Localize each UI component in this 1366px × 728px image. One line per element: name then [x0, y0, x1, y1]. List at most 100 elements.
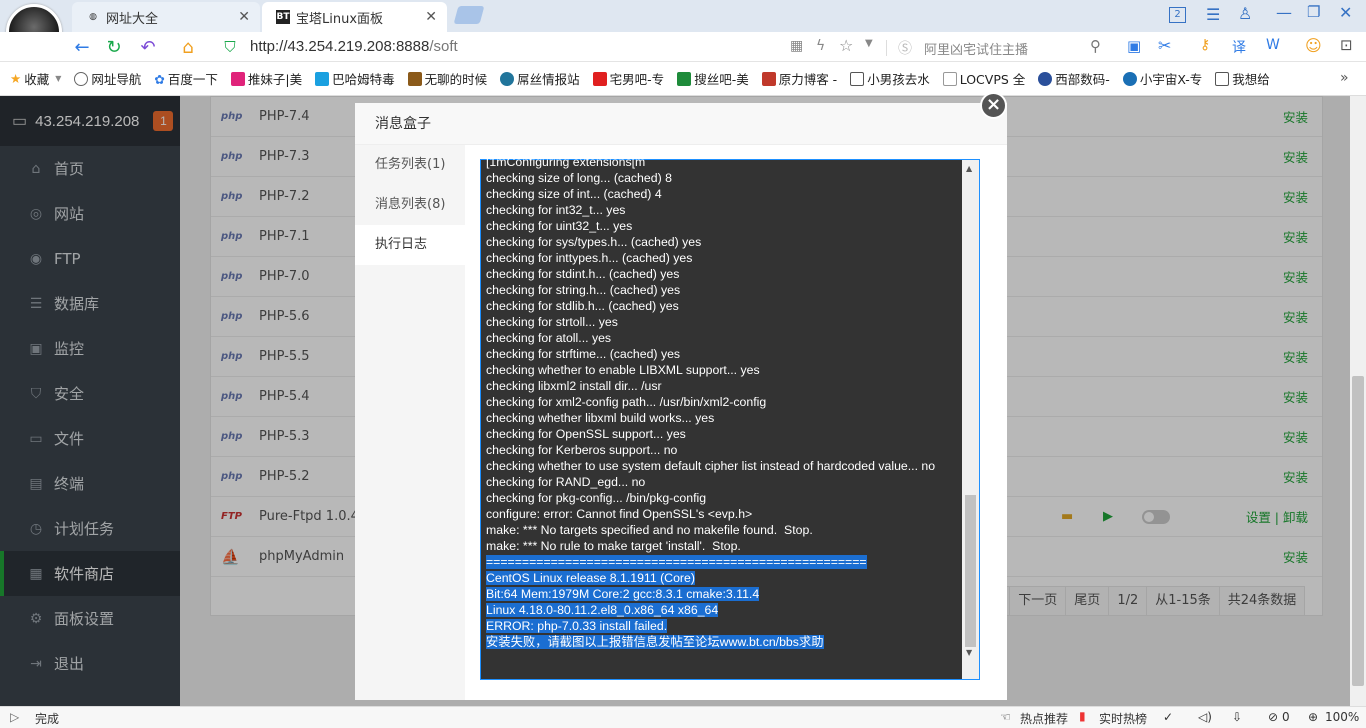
scroll-down-icon[interactable]: ▼: [966, 648, 972, 657]
log-line-selected: 安装失败，请截图以上报错信息发帖至论坛www.bt.cn/bbs求助: [486, 634, 964, 650]
page-icon: [1215, 72, 1229, 86]
hot-list-link[interactable]: 实时热榜: [1099, 710, 1147, 727]
close-window-icon[interactable]: ✕: [1339, 3, 1352, 22]
url-field[interactable]: http://43.254.219.208:8888/soft: [250, 37, 458, 57]
log-line-selected: CentOS Linux release 8.1.1911 (Core): [486, 570, 964, 586]
dialog-title: 消息盒子: [355, 103, 1007, 145]
bookmark-label: 搜丝吧-美: [694, 69, 749, 88]
bookmark[interactable]: 无聊的时候: [408, 69, 488, 88]
minimize-icon[interactable]: —: [1276, 3, 1292, 22]
refresh-icon[interactable]: ↻: [104, 37, 124, 57]
bookmark-label: LOCVPS 全: [960, 69, 1026, 88]
lightning-icon[interactable]: ϟ: [816, 38, 825, 54]
download-icon[interactable]: ⇩: [1232, 710, 1242, 724]
zoom-level[interactable]: 100%: [1325, 710, 1359, 724]
bookmark-favorites[interactable]: ★ 收藏 ▼: [10, 69, 61, 88]
tab-label: 宝塔Linux面板: [296, 8, 383, 27]
address-bar-row: ← ↻ ↶ ⌂ ⛉ http://43.254.219.208:8888/sof…: [0, 32, 1366, 62]
bookmark[interactable]: 西部数码-: [1038, 69, 1110, 88]
log-line: checking for stdint.h... (cached) yes: [486, 266, 964, 282]
bookmark[interactable]: 宅男吧-专: [593, 69, 665, 88]
hot-recommend-link[interactable]: 热点推荐: [1020, 710, 1068, 727]
menu-icon[interactable]: ☰: [1206, 5, 1220, 24]
more-bookmarks-icon[interactable]: »: [1340, 70, 1349, 86]
skin-icon[interactable]: ♙: [1238, 4, 1252, 23]
bookmark-label: 原力博客 -: [779, 69, 837, 88]
bt-icon: BT: [276, 10, 290, 24]
globe-icon: [74, 72, 88, 86]
bookmark[interactable]: 我想给: [1215, 69, 1270, 88]
log-line: checking whether to use system default c…: [486, 458, 964, 474]
hot-recommend-icon: ☜: [1000, 710, 1011, 724]
search-engine-icon[interactable]: Ⓢ: [898, 38, 912, 58]
close-tab-icon[interactable]: ✕: [238, 9, 250, 25]
log-line-selected: ERROR: php-7.0.33 install failed.: [486, 618, 964, 634]
bookmark[interactable]: 推妹子|美: [231, 69, 302, 88]
back-icon[interactable]: ←: [72, 37, 92, 57]
scroll-up-icon[interactable]: ▲: [966, 164, 972, 173]
site-icon: [943, 72, 957, 86]
scrollbar-thumb[interactable]: [1352, 376, 1364, 686]
tab-execution-log[interactable]: 执行日志: [355, 225, 465, 265]
log-line: make: *** No rule to make target 'instal…: [486, 538, 964, 554]
scrollbar-thumb[interactable]: [965, 495, 976, 647]
page-scrollbar[interactable]: [1350, 96, 1366, 706]
tab-message-list[interactable]: 消息列表(8): [355, 185, 465, 225]
undo-icon[interactable]: ↶: [138, 37, 158, 57]
log-line: make: *** No targets specified and no ma…: [486, 522, 964, 538]
bookmark[interactable]: LOCVPS 全: [943, 69, 1026, 88]
home-icon[interactable]: ⌂: [178, 37, 198, 57]
log-line: checking for strftime... (cached) yes: [486, 346, 964, 362]
bookmark[interactable]: ✿ 百度一下: [154, 69, 218, 88]
star-icon: ★: [10, 71, 21, 86]
bookmark[interactable]: 网址导航: [74, 69, 141, 88]
baidu-paw-icon: ✿: [154, 72, 164, 86]
tab-count-badge[interactable]: 2: [1169, 7, 1186, 23]
secure-shield-icon: ⛉: [220, 37, 240, 57]
extension-icon[interactable]: ▣: [1127, 37, 1141, 55]
sidebar-toggle-icon[interactable]: ▷: [10, 710, 19, 724]
log-scrollbar[interactable]: ▲ ▼: [962, 160, 979, 679]
browser-tab-active[interactable]: BT 宝塔Linux面板 ✕: [262, 2, 447, 32]
search-icon[interactable]: ⚲: [1090, 37, 1101, 55]
close-dialog-button[interactable]: ×: [980, 92, 1007, 119]
bookmark[interactable]: 屌丝情报站: [500, 69, 580, 88]
close-tab-icon[interactable]: ✕: [425, 9, 437, 25]
key-icon[interactable]: ⚷: [1200, 37, 1210, 53]
star-icon[interactable]: ☆: [839, 36, 853, 55]
wordpress-icon: [500, 72, 514, 86]
chart-icon: ▮: [1079, 709, 1086, 723]
browser-tab[interactable]: ◍ 网址大全 ✕: [72, 2, 260, 32]
log-line: checking for xml2-config path... /usr/bi…: [486, 394, 964, 410]
site-icon: [762, 72, 776, 86]
word-icon[interactable]: W: [1266, 37, 1280, 53]
check-icon[interactable]: ✓: [1163, 710, 1173, 724]
bookmarks-bar: ★ 收藏 ▼ 网址导航 ✿ 百度一下 推妹子|美 巴哈姆特毒 无聊的时候 屌丝情报站 …: [0, 62, 1366, 96]
chevron-down-icon[interactable]: ▼: [865, 38, 873, 49]
search-input[interactable]: 阿里凶宅试住主播: [924, 39, 1028, 58]
site-icon: [408, 72, 422, 86]
bookmark[interactable]: 原力博客 -: [762, 69, 837, 88]
bookmark[interactable]: 巴哈姆特毒: [315, 69, 395, 88]
log-output[interactable]: [1mConfiguring extensions[m checking si…: [480, 159, 980, 680]
qrcode-icon[interactable]: ▦: [790, 38, 803, 54]
new-tab-button[interactable]: [454, 6, 485, 24]
bookmark-label: 巴哈姆特毒: [332, 69, 395, 88]
profile-icon[interactable]: ⊡: [1340, 36, 1353, 54]
bookmark-label: 小宇宙X-专: [1140, 69, 1202, 88]
scissors-icon[interactable]: ✂: [1158, 36, 1171, 55]
translate-icon[interactable]: 译: [1232, 37, 1246, 57]
bookmark-label: 百度一下: [168, 69, 218, 88]
log-line: checking for RAND_egd... no: [486, 474, 964, 490]
restore-icon[interactable]: ❐: [1307, 3, 1320, 21]
log-line: checking for OpenSSL support... yes: [486, 426, 964, 442]
tab-task-list[interactable]: 任务列表(1): [355, 145, 465, 185]
bookmark-label: 推妹子|美: [248, 69, 302, 88]
more-icon[interactable]: ☺: [1305, 36, 1322, 55]
bookmark-label: 宅男吧-专: [610, 69, 665, 88]
browser-tab-bar: ◍ 网址大全 ✕ BT 宝塔Linux面板 ✕ 2 ☰ ♙ — ❐ ✕: [0, 0, 1366, 32]
volume-icon[interactable]: ◁): [1198, 710, 1212, 724]
bookmark[interactable]: 小男孩去水: [850, 69, 930, 88]
bookmark[interactable]: 搜丝吧-美: [677, 69, 749, 88]
bookmark[interactable]: 小宇宙X-专: [1123, 69, 1202, 88]
